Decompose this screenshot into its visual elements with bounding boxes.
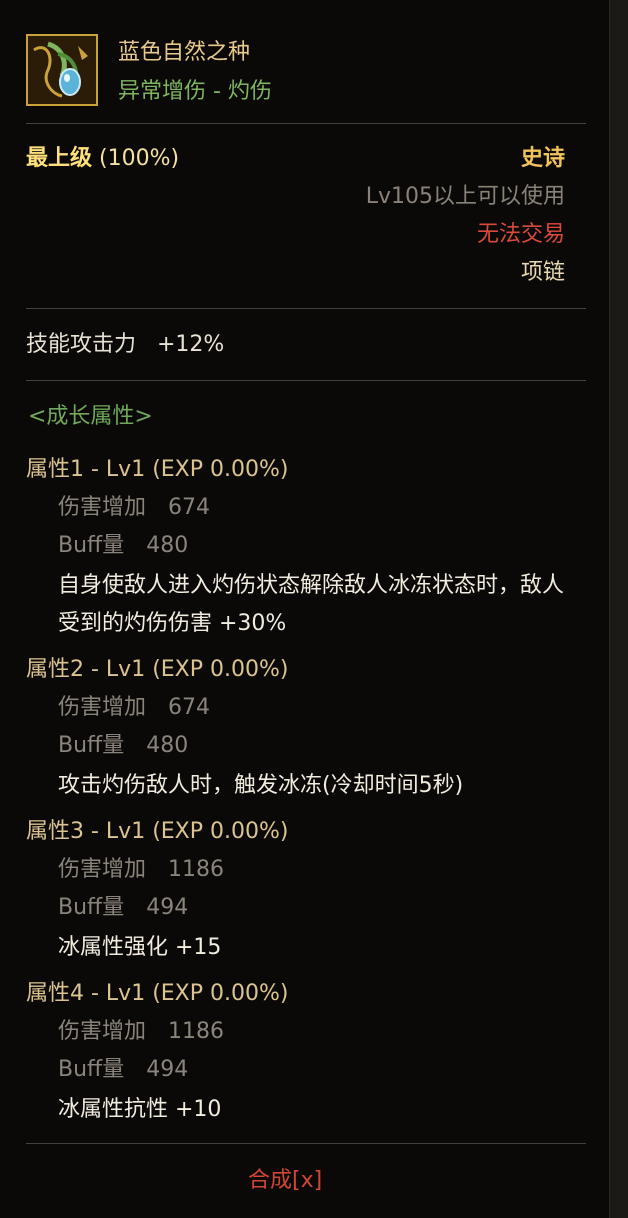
divider [26, 1143, 586, 1144]
growth-attributes-header: <成长属性> [28, 404, 153, 429]
equipment-slot: 项链 [520, 260, 565, 285]
attribute-title: 属性2 - Lv1 (EXP 0.00%) [26, 657, 289, 682]
buff-label: Buff量 [58, 895, 125, 920]
buff-value: 494 [146, 1057, 189, 1082]
attribute-buff: Buff量 494 [58, 897, 188, 919]
attribute-damage: 伤害增加 674 [58, 697, 210, 719]
item-grade: 最上级 (100%) [26, 148, 179, 170]
attribute-effect: 攻击灼伤敌人时，触发冰冻(冷却时间5秒) [58, 773, 464, 798]
green-seed-necklace-icon [28, 36, 96, 104]
damage-label: 伤害增加 [58, 1019, 147, 1044]
damage-value: 1186 [168, 1019, 225, 1044]
item-tooltip: 蓝色自然之种 异常增伤 - 灼伤 最上级 (100%) 史诗 Lv105以上可以… [0, 0, 610, 1218]
divider [26, 308, 586, 309]
grade-label: 最上级 [26, 146, 93, 171]
attribute-damage: 伤害增加 1186 [58, 859, 224, 881]
buff-value: 480 [146, 533, 189, 558]
attribute-buff: Buff量 494 [58, 1059, 188, 1081]
level-requirement: Lv105以上可以使用 [365, 184, 565, 209]
attribute-buff: Buff量 480 [58, 535, 188, 557]
buff-label: Buff量 [58, 533, 125, 558]
item-subtype: 异常增伤 - 灼伤 [118, 79, 272, 104]
damage-label: 伤害增加 [58, 695, 147, 720]
buff-label: Buff量 [58, 733, 125, 758]
attribute-effect: 冰属性抗性 +10 [58, 1097, 222, 1122]
buff-value: 494 [146, 895, 189, 920]
item-rarity: 史诗 [520, 146, 565, 171]
attribute-buff: Buff量 480 [58, 735, 188, 757]
skill-attack-stat: 技能攻击力 +12% [26, 334, 224, 356]
buff-value: 480 [146, 733, 189, 758]
attribute-effect: 自身使敌人进入灼伤状态解除敌人冰冻状态时，敌人受到的灼伤伤害 +30% [58, 573, 565, 636]
grade-percent: (100%) [99, 146, 180, 171]
trade-status: 无法交易 [476, 222, 565, 247]
attribute-damage: 伤害增加 1186 [58, 1021, 224, 1043]
attribute-title: 属性1 - Lv1 (EXP 0.00%) [26, 457, 289, 482]
stat-label: 技能攻击力 [26, 332, 137, 357]
divider [26, 380, 586, 381]
damage-value: 674 [168, 695, 211, 720]
stat-value: +12% [157, 332, 225, 357]
damage-value: 674 [168, 495, 211, 520]
attribute-title: 属性4 - Lv1 (EXP 0.00%) [26, 981, 289, 1006]
item-name: 蓝色自然之种 [118, 40, 251, 65]
attribute-damage: 伤害增加 674 [58, 497, 210, 519]
damage-label: 伤害增加 [58, 857, 147, 882]
divider [26, 123, 586, 124]
attribute-title: 属性3 - Lv1 (EXP 0.00%) [26, 819, 289, 844]
buff-label: Buff量 [58, 1057, 125, 1082]
attribute-effect: 冰属性强化 +15 [58, 935, 222, 960]
damage-label: 伤害增加 [58, 495, 147, 520]
compose-button[interactable]: 合成[x] [248, 1170, 322, 1192]
item-icon [26, 34, 98, 106]
damage-value: 1186 [168, 857, 225, 882]
